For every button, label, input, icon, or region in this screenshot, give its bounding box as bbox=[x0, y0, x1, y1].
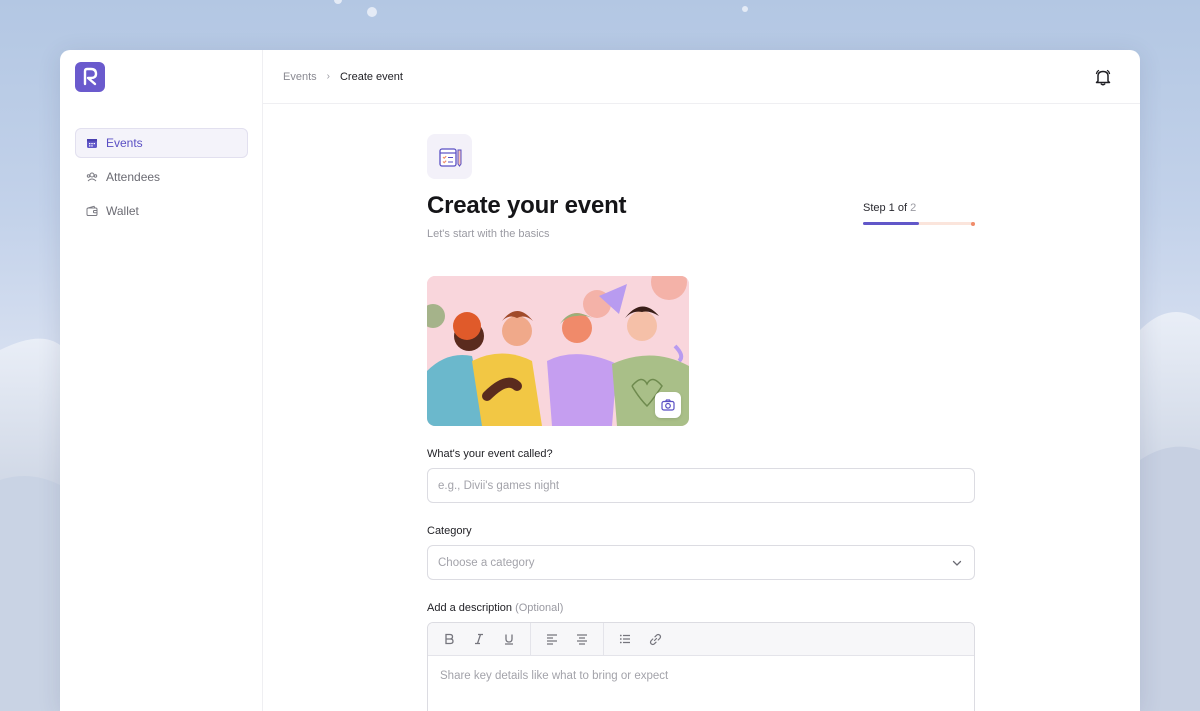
category-placeholder: Choose a category bbox=[438, 556, 535, 569]
step-progress-end-dot bbox=[971, 221, 975, 226]
create-event-form: Create your event Let's start with the b… bbox=[427, 134, 975, 711]
italic-button[interactable] bbox=[464, 623, 494, 655]
sidebar-item-attendees[interactable]: Attendees bbox=[75, 162, 248, 192]
underline-icon bbox=[505, 634, 513, 645]
main-content: Create your event Let's start with the b… bbox=[263, 104, 1140, 711]
description-textarea[interactable]: Share key details like what to bring or … bbox=[428, 656, 974, 696]
description-editor: Share key details like what to bring or … bbox=[427, 622, 975, 711]
sidebar-item-label: Wallet bbox=[106, 204, 139, 218]
chevron-down-icon bbox=[952, 560, 962, 566]
step-progress-fill bbox=[863, 222, 919, 225]
sidebar-item-wallet[interactable]: Wallet bbox=[75, 196, 248, 226]
cover-image[interactable] bbox=[427, 276, 689, 426]
sidebar-item-events[interactable]: Events bbox=[75, 128, 248, 158]
app-window: Events Attendees Wallet Events › Create … bbox=[60, 50, 1140, 711]
align-left-button[interactable] bbox=[537, 623, 567, 655]
wallet-icon bbox=[86, 205, 98, 216]
text-style-group bbox=[428, 623, 531, 655]
step-prefix: Step 1 of bbox=[863, 202, 908, 214]
bullet-list-icon bbox=[619, 634, 630, 644]
logo-r-icon bbox=[83, 67, 98, 86]
event-illustration-icon bbox=[427, 134, 472, 179]
editor-toolbar bbox=[428, 623, 974, 656]
underline-button[interactable] bbox=[494, 623, 524, 655]
step-total: 2 bbox=[910, 202, 917, 214]
align-left-icon bbox=[547, 634, 557, 645]
breadcrumb-events-link[interactable]: Events bbox=[283, 71, 317, 83]
event-name-label: What's your event called? bbox=[427, 448, 553, 460]
category-select[interactable]: Choose a category bbox=[427, 545, 975, 580]
sidebar-nav: Events Attendees Wallet bbox=[75, 128, 248, 230]
link-button[interactable] bbox=[640, 623, 670, 655]
alignment-group bbox=[531, 623, 604, 655]
breadcrumb-current: Create event bbox=[339, 70, 403, 83]
page-subtitle: Let's start with the basics bbox=[427, 228, 550, 240]
description-label-text: Add a description bbox=[427, 602, 512, 614]
step-progress-bar bbox=[863, 221, 975, 226]
camera-icon bbox=[661, 399, 675, 411]
notifications-button[interactable] bbox=[1094, 68, 1112, 86]
top-bar: Events › Create event bbox=[263, 50, 1140, 104]
bold-icon bbox=[445, 633, 454, 645]
link-icon bbox=[649, 633, 661, 645]
insert-group bbox=[604, 623, 676, 655]
planner-icon bbox=[438, 147, 461, 167]
friends-illustration bbox=[427, 276, 689, 426]
description-label: Add a description (Optional) bbox=[427, 602, 975, 614]
bullet-list-button[interactable] bbox=[610, 623, 640, 655]
app-logo[interactable] bbox=[75, 62, 105, 92]
step-indicator: Step 1 of 2 bbox=[863, 202, 975, 226]
people-icon bbox=[86, 172, 98, 182]
breadcrumb: Events › Create event bbox=[283, 71, 403, 83]
bold-button[interactable] bbox=[434, 623, 464, 655]
chevron-right-icon: › bbox=[326, 71, 330, 82]
align-center-icon bbox=[577, 634, 587, 645]
bell-icon bbox=[1095, 69, 1111, 86]
step-label: Step 1 of 2 bbox=[863, 202, 975, 214]
change-cover-button[interactable] bbox=[655, 392, 681, 418]
optional-hint: (Optional) bbox=[515, 602, 564, 614]
calendar-icon bbox=[87, 139, 97, 148]
event-name-input[interactable] bbox=[427, 468, 975, 503]
category-label: Category bbox=[427, 525, 472, 537]
italic-icon bbox=[475, 633, 483, 645]
align-center-button[interactable] bbox=[567, 623, 597, 655]
sidebar-item-label: Events bbox=[106, 136, 143, 150]
sidebar: Events Attendees Wallet bbox=[60, 50, 263, 711]
sidebar-item-label: Attendees bbox=[106, 170, 161, 184]
